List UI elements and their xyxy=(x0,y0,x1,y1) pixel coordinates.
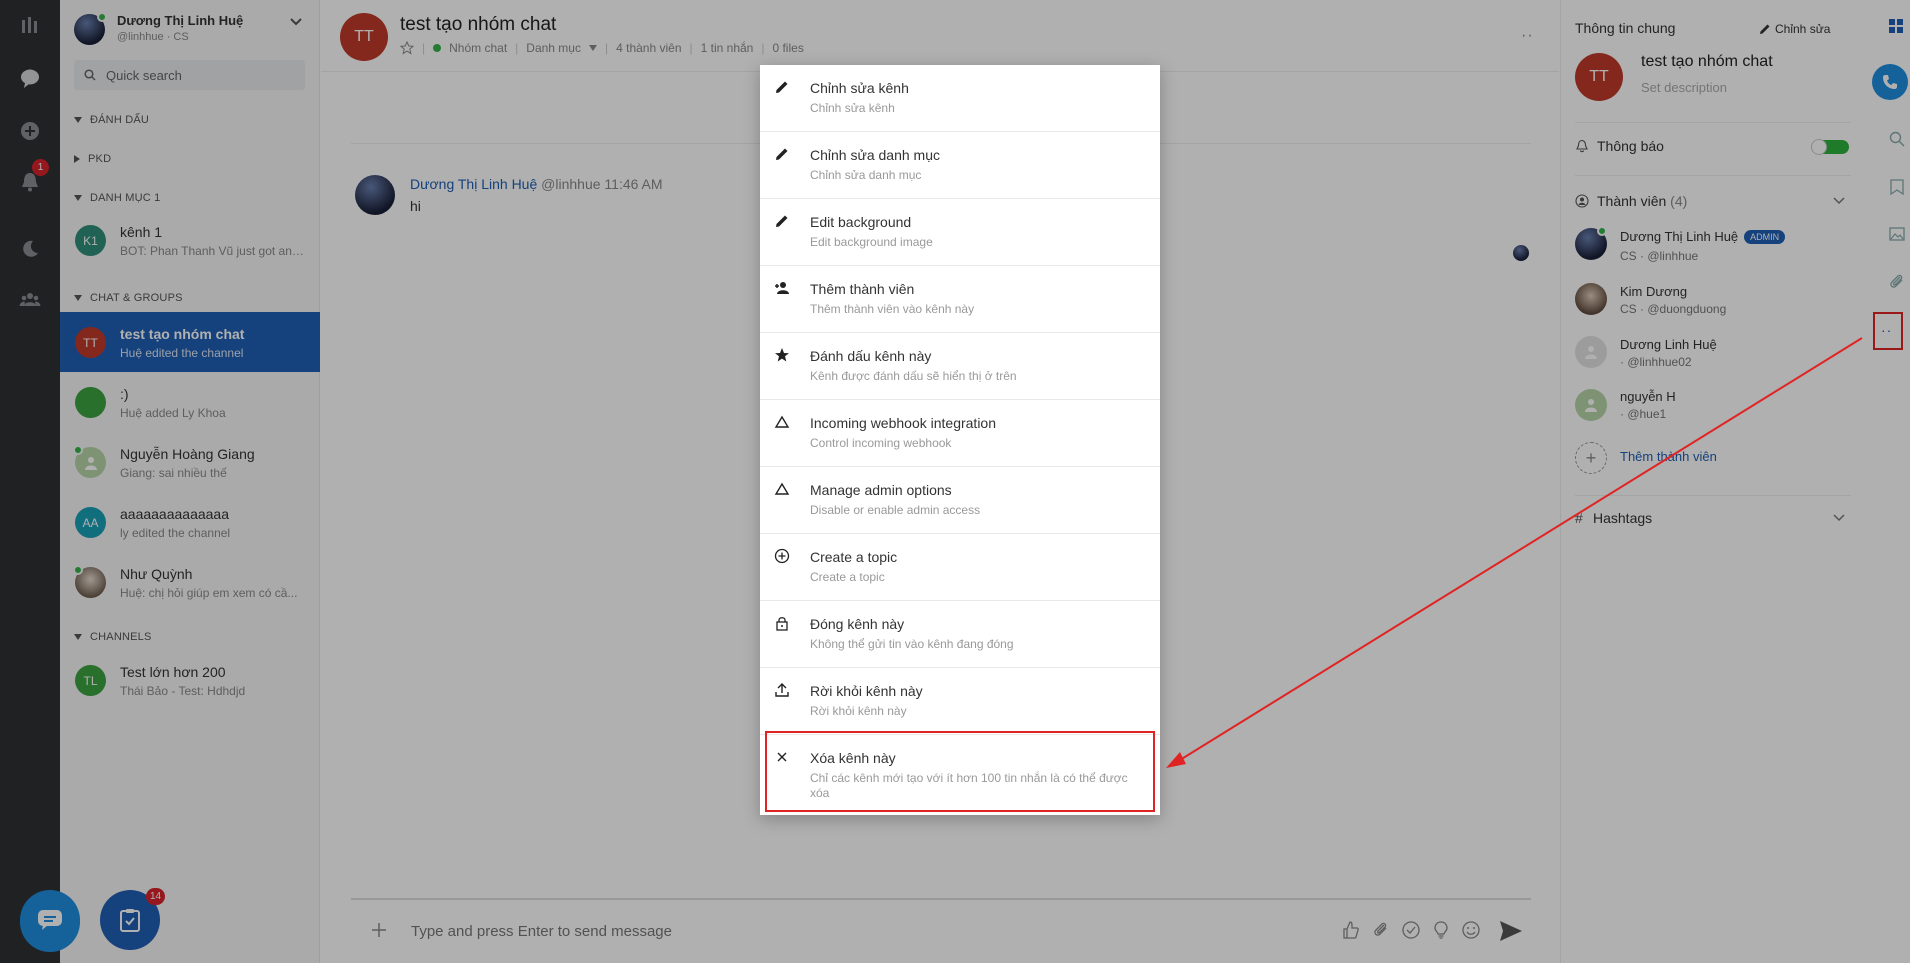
annotation-arrow xyxy=(1166,337,1863,768)
